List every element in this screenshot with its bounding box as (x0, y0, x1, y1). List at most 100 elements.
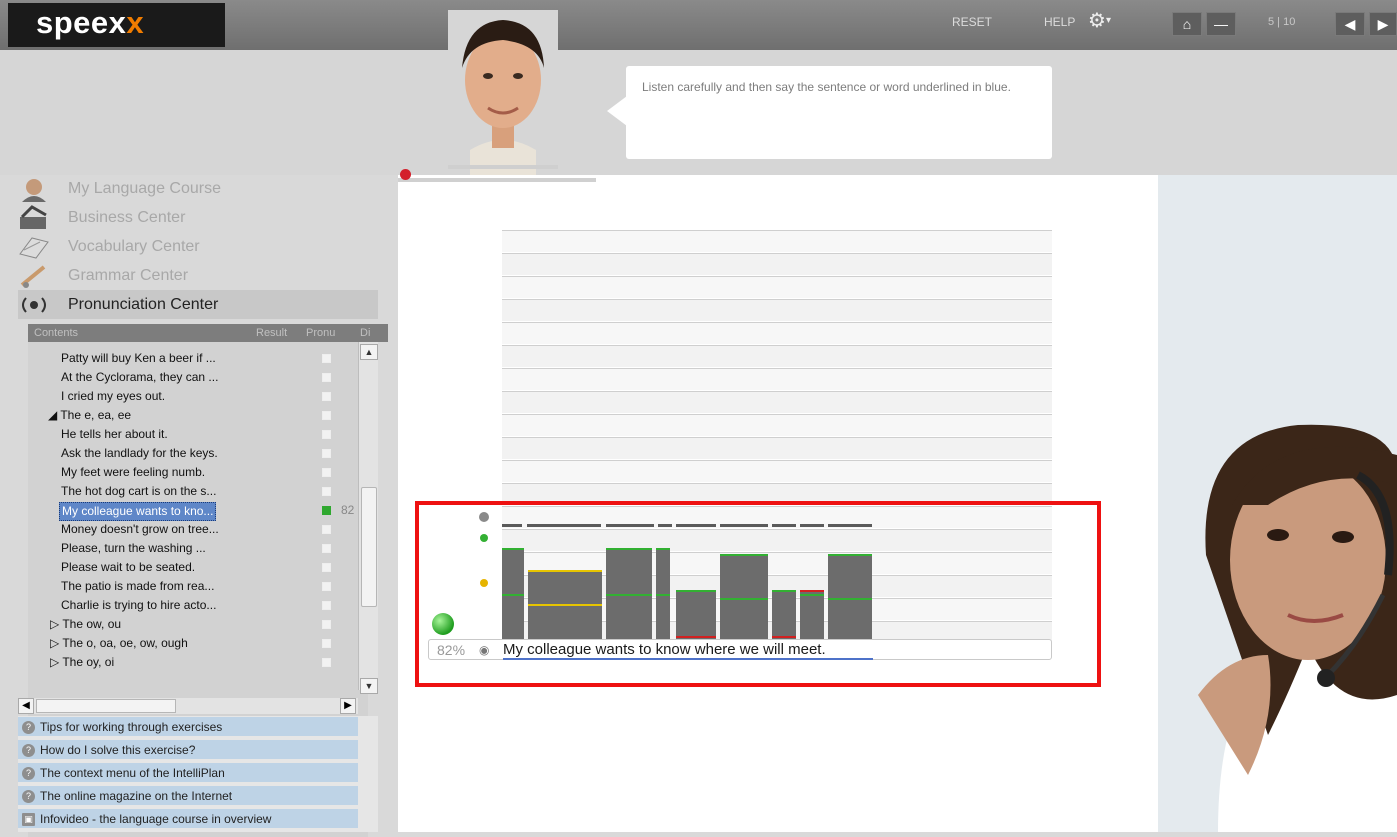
answer-line (502, 253, 1052, 275)
vocabulary-center-icon (19, 236, 49, 259)
pronunciation-checkbox[interactable] (322, 392, 331, 401)
tree-row[interactable]: The hot dog cart is on the s... (28, 483, 368, 500)
pronunciation-checkbox[interactable] (322, 582, 331, 591)
page-counter: 5 | 10 (1268, 16, 1296, 28)
tree-row[interactable]: The patio is made from rea... (28, 578, 368, 595)
chevron-up-icon: ▲ (364, 347, 374, 357)
answer-line (502, 460, 1052, 482)
help-icon: ? (22, 767, 35, 780)
tutor-avatar (448, 10, 558, 175)
grammar-center-icon (20, 264, 46, 288)
pronunciation-checkbox[interactable] (322, 354, 331, 363)
nav-grammar-center[interactable]: Grammar Center (18, 261, 378, 290)
home-button[interactable]: ⌂ (1172, 12, 1202, 36)
scroll-left-button[interactable]: ◀ (18, 698, 34, 714)
answer-line (502, 391, 1052, 413)
tree-row[interactable]: Money doesn't grow on tree... (28, 521, 368, 538)
logo-box: speexx (8, 3, 225, 47)
arrow-left-icon: ◀ (1344, 15, 1356, 32)
minimize-button[interactable]: — (1206, 12, 1236, 36)
pronunciation-checkbox[interactable] (322, 525, 331, 534)
tree-row[interactable]: Patty will buy Ken a beer if ... (28, 350, 368, 367)
reset-button[interactable]: RESET (952, 15, 992, 29)
tree-row[interactable]: At the Cyclorama, they can ... (28, 369, 368, 386)
tree-group-row[interactable]: ▷ The ow, ou (28, 616, 368, 633)
tree-group-row[interactable]: ◢ The e, ea, ee (28, 407, 368, 424)
scroll-thumb[interactable] (361, 487, 377, 607)
help-button[interactable]: HELP (1044, 15, 1075, 29)
help-item-solve-exercise[interactable]: ? How do I solve this exercise? (18, 740, 358, 761)
minimize-icon: — (1214, 16, 1228, 32)
video-icon: ▣ (22, 813, 35, 826)
pronunciation-score: 82 (341, 503, 355, 517)
speech-bubble-tail (607, 96, 627, 126)
language-course-icon (22, 178, 46, 202)
tree-row[interactable]: I cried my eyes out. (28, 388, 368, 405)
tree-row[interactable]: Ask the landlady for the keys. (28, 445, 368, 462)
scroll-right-button[interactable]: ▶ (340, 698, 356, 714)
home-icon: ⌂ (1182, 16, 1192, 32)
answer-line (502, 322, 1052, 344)
tree-row[interactable]: Charlie is trying to hire acto... (28, 597, 368, 614)
help-item-context-menu[interactable]: ? The context menu of the IntelliPlan (18, 763, 358, 784)
tree-row[interactable]: Please, turn the washing ... (28, 540, 368, 557)
pronunciation-checkbox-checked[interactable] (322, 506, 331, 515)
contents-vertical-scrollbar[interactable]: ▲ ▼ (358, 342, 378, 694)
tree-row-selected[interactable]: My colleague wants to kno... 82 (28, 502, 368, 521)
pronunciation-checkbox[interactable] (322, 373, 331, 382)
arrow-right-icon: ▶ (1377, 15, 1389, 32)
chevron-down-icon: ▼ (364, 681, 374, 691)
pronunciation-checkbox[interactable] (322, 411, 331, 420)
col-contents[interactable]: Contents (34, 327, 78, 339)
pronunciation-checkbox[interactable] (322, 601, 331, 610)
pronunciation-checkbox[interactable] (322, 658, 331, 667)
tree-row[interactable]: Please wait to be seated. (28, 559, 368, 576)
app-window: speexx RESET HELP ⚙▾ ⌂ — 5 | 10 ◀ ▶ List… (0, 0, 1397, 837)
record-indicator-icon (400, 169, 411, 180)
top-bar: speexx RESET HELP ⚙▾ ⌂ — 5 | 10 ◀ ▶ (0, 0, 1397, 50)
help-icon: ? (22, 790, 35, 803)
scroll-up-button[interactable]: ▲ (360, 344, 378, 360)
col-result[interactable]: Result (256, 327, 287, 339)
answer-line (502, 299, 1052, 321)
col-pronunciation[interactable]: Pronu (306, 327, 335, 339)
pronunciation-checkbox[interactable] (322, 620, 331, 629)
progress-line (398, 178, 596, 182)
pronunciation-checkbox[interactable] (322, 487, 331, 496)
chevron-right-icon: ▶ (344, 700, 352, 711)
pronunciation-checkbox[interactable] (322, 449, 331, 458)
prev-page-button[interactable]: ◀ (1335, 12, 1365, 36)
support-agent-photo (1158, 175, 1397, 832)
pronunciation-checkbox[interactable] (322, 639, 331, 648)
help-icon: ? (22, 744, 35, 757)
nav-my-language-course[interactable]: My Language Course (18, 174, 378, 203)
pronunciation-checkbox[interactable] (322, 563, 331, 572)
help-item-infovideo[interactable]: ▣ Infovideo - the language course in over… (18, 809, 358, 830)
col-di[interactable]: Di (360, 327, 370, 339)
horizontal-scroll-thumb[interactable] (36, 699, 176, 713)
answer-line (502, 414, 1052, 436)
nav-business-center[interactable]: Business Center (18, 203, 378, 232)
nav-pronunciation-center[interactable]: Pronunciation Center (18, 290, 378, 319)
contents-horizontal-scrollbar[interactable]: ◀ ▶ (18, 698, 358, 714)
pronunciation-checkbox[interactable] (322, 430, 331, 439)
contents-header: Contents Result Pronu Di (28, 324, 388, 342)
pronunciation-checkbox[interactable] (322, 468, 331, 477)
help-item-tips[interactable]: ? Tips for working through exercises (18, 717, 358, 738)
help-list: ? Tips for working through exercises ? How… (18, 716, 378, 832)
settings-gear-icon[interactable]: ⚙▾ (1088, 8, 1118, 38)
chevron-left-icon: ◀ (22, 700, 30, 711)
business-center-icon (20, 204, 47, 229)
next-page-button[interactable]: ▶ (1369, 12, 1397, 36)
answer-line (502, 368, 1052, 390)
scroll-down-button[interactable]: ▼ (360, 678, 378, 694)
tree-row[interactable]: He tells her about it. (28, 426, 368, 443)
tree-group-row[interactable]: ▷ The o, oa, oe, ow, ough (28, 635, 368, 652)
help-item-online-magazine[interactable]: ? The online magazine on the Internet (18, 786, 358, 807)
tree-group-row[interactable]: ▷ The oy, oi (28, 654, 368, 671)
pronunciation-center-icon (22, 296, 46, 313)
nav-vocabulary-center[interactable]: Vocabulary Center (18, 232, 378, 261)
speexx-logo: speexx (36, 5, 145, 40)
tree-row[interactable]: My feet were feeling numb. (28, 464, 368, 481)
pronunciation-checkbox[interactable] (322, 544, 331, 553)
